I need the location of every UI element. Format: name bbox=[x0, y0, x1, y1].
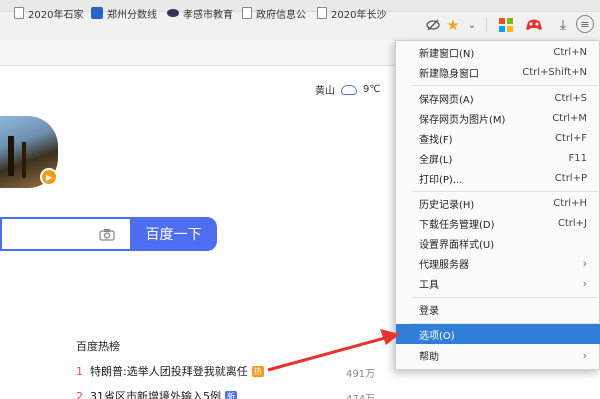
bookmark-item[interactable]: 2020年长沙 bbox=[317, 6, 392, 20]
toolbar-divider bbox=[486, 18, 487, 32]
hot-count: 491万 bbox=[346, 369, 376, 380]
star-icon[interactable]: ★ bbox=[443, 15, 463, 35]
hot-rank: 1 bbox=[76, 364, 83, 378]
chevron-right-icon: › bbox=[582, 348, 587, 362]
bookmark-label: 政府信息公 bbox=[256, 9, 306, 21]
menu-item-help[interactable]: 帮助 › bbox=[396, 345, 600, 365]
menu-item-save-image[interactable]: 保存网页为图片(M) Ctrl+M bbox=[396, 108, 600, 128]
hot-tag: 热 bbox=[251, 365, 264, 377]
bookmark-item[interactable]: 孝感市教育 bbox=[167, 6, 235, 20]
menu-item-history[interactable]: 历史记录(H) Ctrl+H bbox=[396, 193, 600, 213]
apps-grid-icon[interactable] bbox=[496, 15, 516, 35]
browser-main-menu: 新建窗口(N) Ctrl+N 新建隐身窗口 Ctrl+Shift+N 保存网页(A)… bbox=[395, 40, 600, 370]
hot-count: 474万 bbox=[346, 390, 375, 399]
chevron-down-icon[interactable]: ⌄ bbox=[462, 15, 482, 35]
hot-tag: 新 bbox=[225, 390, 237, 399]
bookmark-item[interactable]: 2020年石家 bbox=[14, 6, 84, 20]
download-icon[interactable]: ⤓ bbox=[553, 15, 573, 35]
chevron-right-icon: › bbox=[582, 276, 587, 290]
hot-list-item[interactable]: 1 特朗普:选举人团投拜登我就离任 热 bbox=[76, 363, 264, 379]
game-icon[interactable] bbox=[524, 15, 544, 35]
menu-item-options[interactable]: 选项(O) bbox=[396, 324, 600, 344]
menu-icon[interactable]: ≡ bbox=[576, 15, 594, 33]
hot-rank: 2 bbox=[76, 389, 83, 399]
bookmark-label: 2020年石家 bbox=[28, 9, 84, 21]
bookmark-label: 孝感市教育 bbox=[183, 9, 233, 21]
hot-text: 特朗普:选举人团投拜登我就离任 bbox=[90, 365, 248, 378]
eye-off-icon[interactable] bbox=[423, 15, 443, 35]
menu-item-save-page[interactable]: 保存网页(A) Ctrl+S bbox=[396, 88, 600, 108]
site-badge-icon bbox=[91, 7, 103, 19]
search-button[interactable]: 百度一下 bbox=[130, 217, 217, 251]
play-icon[interactable]: ▶ bbox=[40, 168, 58, 186]
menu-item-new-incognito[interactable]: 新建隐身窗口 Ctrl+Shift+N bbox=[396, 62, 600, 82]
page-icon bbox=[14, 7, 24, 19]
page-icon bbox=[317, 7, 327, 19]
chevron-right-icon: › bbox=[582, 256, 587, 270]
menu-item-login[interactable]: 登录 bbox=[396, 299, 600, 319]
weather-temp: 9℃ bbox=[363, 84, 381, 95]
bookmark-label: 2020年长沙 bbox=[331, 9, 387, 21]
page-icon bbox=[242, 7, 252, 19]
cloud-icon bbox=[341, 84, 357, 95]
hot-list-item[interactable]: 2 31省区市新增境外输入5例 新 bbox=[76, 388, 237, 399]
hot-text: 31省区市新增境外输入5例 bbox=[90, 390, 221, 399]
weather-city: 黄山 bbox=[315, 86, 335, 97]
menu-item-appearance[interactable]: 设置界面样式(U) bbox=[396, 233, 600, 253]
camera-icon[interactable] bbox=[98, 225, 116, 243]
menu-item-downloads[interactable]: 下载任务管理(D) Ctrl+J bbox=[396, 213, 600, 233]
menu-item-proxy[interactable]: 代理服务器 › bbox=[396, 253, 600, 273]
bookmark-label: 郑州分数线 bbox=[107, 9, 157, 21]
eye-icon bbox=[167, 9, 179, 17]
hot-list-title: 百度热榜 bbox=[76, 340, 120, 353]
menu-item-find[interactable]: 查找(F) Ctrl+F bbox=[396, 128, 600, 148]
menu-item-fullscreen[interactable]: 全屏(L) F11 bbox=[396, 148, 600, 168]
menu-item-print[interactable]: 打印(P)... Ctrl+P bbox=[396, 168, 600, 188]
menu-item-new-window[interactable]: 新建窗口(N) Ctrl+N bbox=[396, 42, 600, 62]
bookmark-item[interactable]: 郑州分数线 bbox=[91, 6, 161, 20]
menu-item-tools[interactable]: 工具 › bbox=[396, 273, 600, 293]
weather-widget[interactable]: 黄山 9℃ bbox=[315, 82, 381, 97]
bookmark-item[interactable]: 政府信息公 bbox=[242, 6, 310, 20]
